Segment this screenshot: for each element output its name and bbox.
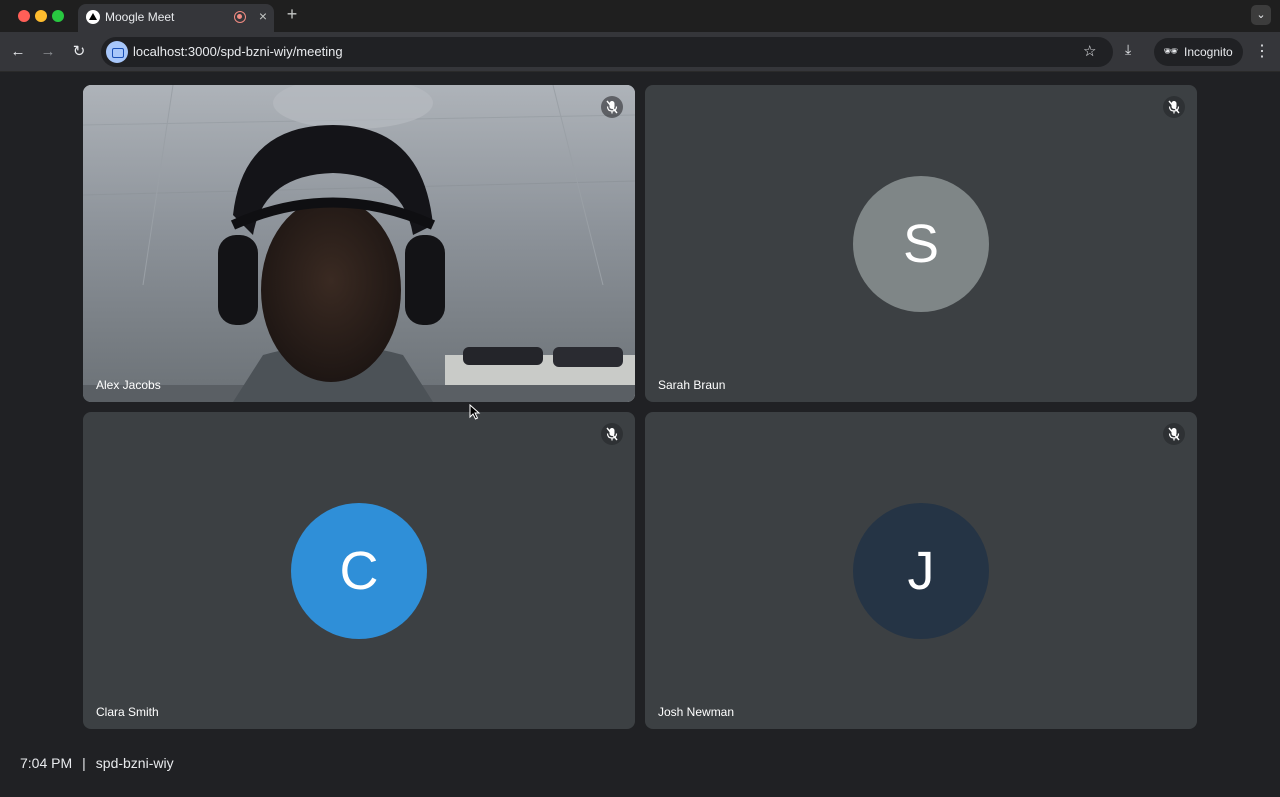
forward-arrow-icon[interactable]: → — [38, 42, 58, 62]
muted-mic-icon — [601, 96, 623, 118]
participant-avatar: C — [291, 503, 427, 639]
participant-name: Clara Smith — [96, 705, 159, 719]
maximize-window-button[interactable] — [52, 10, 64, 22]
tab-moogle-meet[interactable]: Moogle Meet × — [78, 4, 274, 32]
footer-separator: | — [82, 755, 86, 771]
back-arrow-icon[interactable]: ← — [8, 42, 28, 62]
participant-name: Alex Jacobs — [96, 378, 161, 392]
meeting-time: 7:04 PM — [20, 755, 73, 771]
browser-window: Moogle Meet × + ⌄ ← → ↻ localhost:3000/s… — [0, 0, 1280, 797]
kebab-menu-icon[interactable]: ⋮ — [1254, 41, 1270, 61]
tab-search-button[interactable]: ⌄ — [1251, 5, 1271, 25]
participant-tile[interactable]: J Josh Newman — [645, 412, 1197, 729]
meeting-code: spd-bzni-wiy — [95, 755, 174, 771]
reload-icon[interactable]: ↻ — [69, 42, 89, 62]
download-icon[interactable]: ⤓ — [1125, 41, 1131, 58]
tab-close-button[interactable]: × — [255, 8, 271, 24]
tab-strip: Moogle Meet × + ⌄ — [0, 0, 1280, 32]
meeting-stage: Alex Jacobs S Sarah Braun C Clara Smith … — [0, 72, 1280, 797]
participant-avatar: J — [853, 503, 989, 639]
participant-video — [83, 85, 635, 402]
recording-indicator-icon — [234, 11, 246, 23]
muted-mic-icon — [601, 423, 623, 445]
url-text[interactable]: localhost:3000/spd-bzni-wiy/meeting — [133, 44, 343, 59]
tab-title: Moogle Meet — [105, 10, 175, 24]
muted-mic-icon — [1163, 96, 1185, 118]
browser-toolbar: ← → ↻ localhost:3000/spd-bzni-wiy/meetin… — [0, 32, 1280, 72]
incognito-badge[interactable]: 🕶 Incognito — [1154, 38, 1243, 66]
new-tab-button[interactable]: + — [284, 4, 300, 25]
participant-tile[interactable]: C Clara Smith — [83, 412, 635, 729]
video-frame-image — [83, 85, 635, 402]
participant-avatar: S — [853, 176, 989, 312]
close-window-button[interactable] — [18, 10, 30, 22]
bookmark-star-icon[interactable]: ☆ — [1083, 42, 1096, 60]
incognito-label: Incognito — [1184, 45, 1233, 59]
minimize-window-button[interactable] — [35, 10, 47, 22]
muted-mic-icon — [1163, 423, 1185, 445]
moogle-meet-favicon-icon — [86, 10, 100, 24]
address-bar[interactable]: localhost:3000/spd-bzni-wiy/meeting ☆ — [101, 37, 1113, 67]
meeting-footer: 7:04 PM | spd-bzni-wiy — [20, 755, 174, 771]
site-info-icon[interactable] — [106, 41, 128, 63]
mouse-cursor-icon — [469, 404, 481, 420]
incognito-icon: 🕶 — [1163, 44, 1179, 58]
participant-name: Josh Newman — [658, 705, 735, 719]
participant-name: Sarah Braun — [658, 378, 726, 392]
participant-tile[interactable]: Alex Jacobs — [83, 85, 635, 402]
participant-tile[interactable]: S Sarah Braun — [645, 85, 1197, 402]
